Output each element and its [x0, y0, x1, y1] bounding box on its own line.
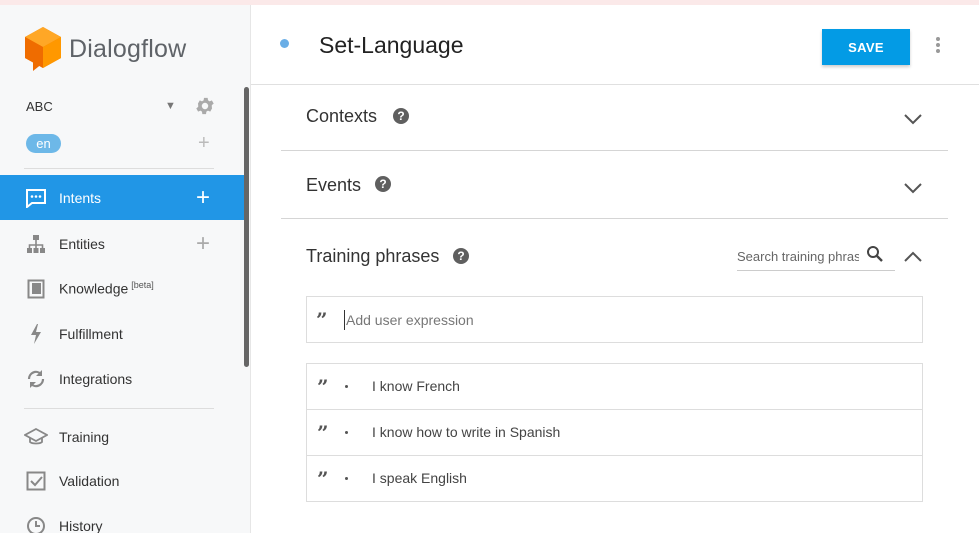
add-intent-icon[interactable]: + [196, 185, 210, 209]
sidebar-item-label: History [59, 517, 103, 533]
list-item[interactable]: ” I know French [307, 364, 922, 410]
knowledge-label: Knowledge [59, 280, 129, 297]
sidebar-item-intents[interactable]: Intents + [0, 175, 245, 220]
help-icon[interactable]: ? [375, 176, 391, 192]
list-item[interactable]: ” I know how to write in Spanish [307, 410, 922, 456]
phrase-text[interactable]: I know French [372, 378, 460, 394]
sync-icon [24, 367, 48, 391]
sidebar-item-label: Validation [59, 472, 120, 489]
bullet [345, 385, 348, 388]
quote-icon: ” [316, 308, 328, 332]
book-icon [24, 277, 48, 301]
list-item[interactable]: ” I speak English [307, 456, 922, 502]
agent-selector[interactable]: ABC ▼ [26, 97, 226, 121]
chevron-down-icon[interactable] [904, 183, 922, 194]
search-icon[interactable] [866, 245, 884, 263]
sidebar-item-entities[interactable]: Entities + [0, 221, 245, 266]
add-expression-box: ” [306, 296, 923, 343]
intent-header: Set-Language SAVE [251, 5, 979, 85]
sidebar-item-history[interactable]: History [0, 503, 245, 533]
chevron-up-icon[interactable] [904, 251, 922, 262]
sidebar-item-knowledge[interactable]: Knowledge [beta] [0, 266, 245, 311]
checkbox-icon [24, 469, 48, 493]
sidebar: Dialogflow ABC ▼ en + Intents + Entities… [0, 5, 251, 533]
sidebar-scrollbar[interactable] [244, 87, 249, 367]
app-logo[interactable]: Dialogflow [25, 27, 186, 71]
sidebar-item-label: Integrations [59, 370, 133, 387]
sidebar-divider [24, 168, 214, 169]
quote-icon[interactable]: ” [317, 469, 329, 489]
bullet [345, 477, 348, 480]
sidebar-item-label: Intents [59, 189, 102, 206]
beta-badge: [beta] [131, 280, 154, 291]
phrase-text[interactable]: I know how to write in Spanish [372, 424, 560, 440]
graduation-cap-icon [24, 425, 48, 449]
clock-icon [24, 514, 48, 533]
sidebar-item-label: Knowledge [beta] [59, 280, 154, 297]
add-entity-icon[interactable]: + [196, 231, 210, 255]
sidebar-item-training[interactable]: Training [0, 414, 245, 459]
user-expression-input[interactable] [344, 310, 904, 330]
sidebar-item-label: Fulfillment [59, 325, 123, 342]
training-phrase-list: ” I know French ” I know how to write in… [306, 363, 923, 502]
contexts-section[interactable]: Contexts ? [281, 85, 948, 151]
section-title: Events [306, 175, 362, 195]
gear-icon[interactable] [194, 95, 216, 122]
page-title[interactable]: Set-Language [319, 32, 464, 59]
quote-icon[interactable]: ” [317, 423, 329, 443]
status-dot [280, 39, 289, 48]
section-title: Contexts [306, 106, 378, 126]
sidebar-item-validation[interactable]: Validation [0, 458, 245, 503]
help-icon[interactable]: ? [393, 108, 409, 124]
caret-down-icon[interactable]: ▼ [165, 100, 176, 112]
more-vert-icon[interactable] [933, 35, 943, 55]
agent-name: ABC [26, 99, 53, 114]
chat-bubble-icon [24, 186, 48, 210]
sidebar-divider [24, 408, 214, 409]
search-input[interactable] [737, 246, 859, 266]
help-icon[interactable]: ? [453, 248, 469, 264]
save-button[interactable]: SAVE [822, 29, 910, 65]
sidebar-item-label: Training [59, 428, 110, 445]
app-name: Dialogflow [69, 34, 187, 63]
events-section[interactable]: Events ? [281, 151, 948, 218]
dialogflow-logo-icon [25, 27, 61, 71]
bullet [345, 431, 348, 434]
add-language-icon[interactable]: + [198, 133, 210, 153]
language-badge[interactable]: en [26, 134, 61, 153]
phrase-text[interactable]: I speak English [372, 470, 467, 486]
training-search [737, 244, 895, 271]
hierarchy-icon [24, 232, 48, 256]
chevron-down-icon[interactable] [904, 114, 922, 125]
sidebar-item-integrations[interactable]: Integrations [0, 356, 245, 401]
bolt-icon [24, 322, 48, 346]
quote-icon[interactable]: ” [317, 377, 329, 397]
section-title: Training phrases [306, 246, 440, 266]
sidebar-item-label: Entities [59, 235, 105, 252]
sidebar-item-fulfillment[interactable]: Fulfillment [0, 311, 245, 356]
